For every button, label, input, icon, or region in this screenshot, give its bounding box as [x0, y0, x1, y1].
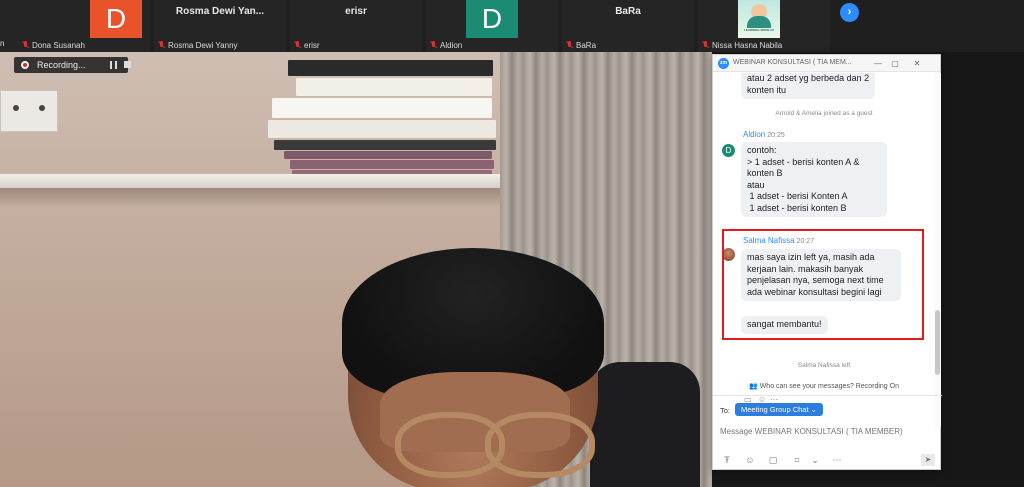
participant-tile-erisr[interactable]: erisr erisr: [290, 0, 422, 52]
chat-scroll-thumb[interactable]: [935, 310, 940, 375]
profile-picture: LEARNING MODE AT: [738, 0, 780, 38]
record-icon: [21, 61, 29, 69]
system-message: Arnold & Amelia joined as a guest: [775, 110, 873, 117]
participant-tile-aldion[interactable]: D Aldion: [426, 0, 558, 52]
participant-tile-nissa[interactable]: LEARNING MODE AT Nissa Hasna Nabila: [698, 0, 830, 52]
zoom-logo-icon: zm: [718, 58, 729, 69]
maximize-icon[interactable]: ▢: [889, 58, 901, 69]
wall-socket: [0, 90, 58, 132]
file-icon[interactable]: ▢: [767, 454, 779, 466]
glasses-right: [485, 412, 595, 478]
participant-title: Rosma Dewi Yan...: [175, 6, 265, 17]
more-icon[interactable]: ⋯: [831, 454, 843, 466]
mic-muted-icon: [158, 41, 165, 49]
mic-muted-icon: [430, 41, 437, 49]
format-text-icon[interactable]: Ŧ: [721, 454, 733, 466]
participant-name: Aldion: [440, 41, 463, 50]
participant-name: BaRa: [576, 41, 597, 50]
to-label: To:: [720, 406, 731, 415]
chat-title: WEBINAR KONSULTASI ( TIA MEM...: [733, 59, 852, 66]
partial-tile-label: n: [0, 39, 5, 48]
participant-name: erisr: [304, 41, 320, 50]
participant-name: Dona Susanah: [32, 41, 85, 50]
profile-picture-caption: LEARNING MODE AT: [744, 28, 774, 32]
minimize-icon[interactable]: —: [872, 58, 884, 69]
chat-message: atau 2 adset yg berbeda dan 2 konten itu: [741, 73, 876, 99]
participant-tile-rosma[interactable]: Rosma Dewi Yan... Rosma Dewi Yanny: [154, 0, 286, 52]
chair: [590, 362, 700, 487]
participant-title: BaRa: [615, 6, 641, 17]
participant-tile-dona[interactable]: D Dona Susanah: [0, 0, 150, 52]
chat-title-bar[interactable]: zm WEBINAR KONSULTASI ( TIA MEM... — ▢ ✕: [713, 55, 940, 72]
highlight-annotation-box: [722, 229, 924, 340]
avatar: D: [466, 0, 518, 38]
recording-label: Recording...: [37, 60, 86, 70]
recipient-dropdown[interactable]: Meeting Group Chat ⌄: [735, 403, 823, 416]
chat-toolbar: Ŧ ☺ ▢ ⌗ ⌄ ⋯ ➤: [713, 452, 942, 470]
chat-message: contoh: > 1 adset - berisi konten A & ko…: [741, 142, 887, 217]
people-icon: 👥: [749, 383, 758, 390]
chat-message-input[interactable]: [720, 424, 934, 438]
pause-icon[interactable]: [110, 61, 117, 69]
stop-icon[interactable]: [124, 61, 131, 68]
participant-tile-bara[interactable]: BaRa BaRa: [562, 0, 694, 52]
emoji-icon[interactable]: ☺: [744, 454, 756, 466]
send-icon[interactable]: ➤: [921, 454, 935, 466]
participant-name: Nissa Hasna Nabila: [712, 41, 783, 50]
zoom-meeting-window: D Dona Susanah Rosma Dewi Yan... Rosma D…: [0, 0, 1024, 487]
screenshot-icon[interactable]: ⌗: [791, 454, 803, 466]
participant-name: Rosma Dewi Yanny: [168, 41, 238, 50]
message-sender: Aldion 20:25: [743, 130, 785, 139]
participant-title: erisr: [345, 6, 367, 17]
participant-strip: D Dona Susanah Rosma Dewi Yan... Rosma D…: [0, 0, 1024, 52]
chevron-right-icon[interactable]: ›: [840, 3, 859, 22]
chevron-down-icon: ⌄: [810, 405, 817, 414]
mic-muted-icon: [566, 41, 573, 49]
avatar: D: [90, 0, 142, 38]
message-visibility-notice[interactable]: 👥 Who can see your messages? Recording O…: [713, 382, 935, 390]
close-icon[interactable]: ✕: [911, 58, 923, 69]
mic-muted-icon: [702, 41, 709, 49]
avatar: D: [722, 144, 735, 157]
system-message: Salma Nafissa left: [797, 362, 851, 369]
recording-indicator: Recording...: [14, 57, 131, 73]
mic-muted-icon: [294, 41, 301, 49]
mic-muted-icon: [22, 41, 29, 49]
shelf: [0, 174, 520, 188]
chevron-down-icon[interactable]: ⌄: [809, 454, 821, 466]
